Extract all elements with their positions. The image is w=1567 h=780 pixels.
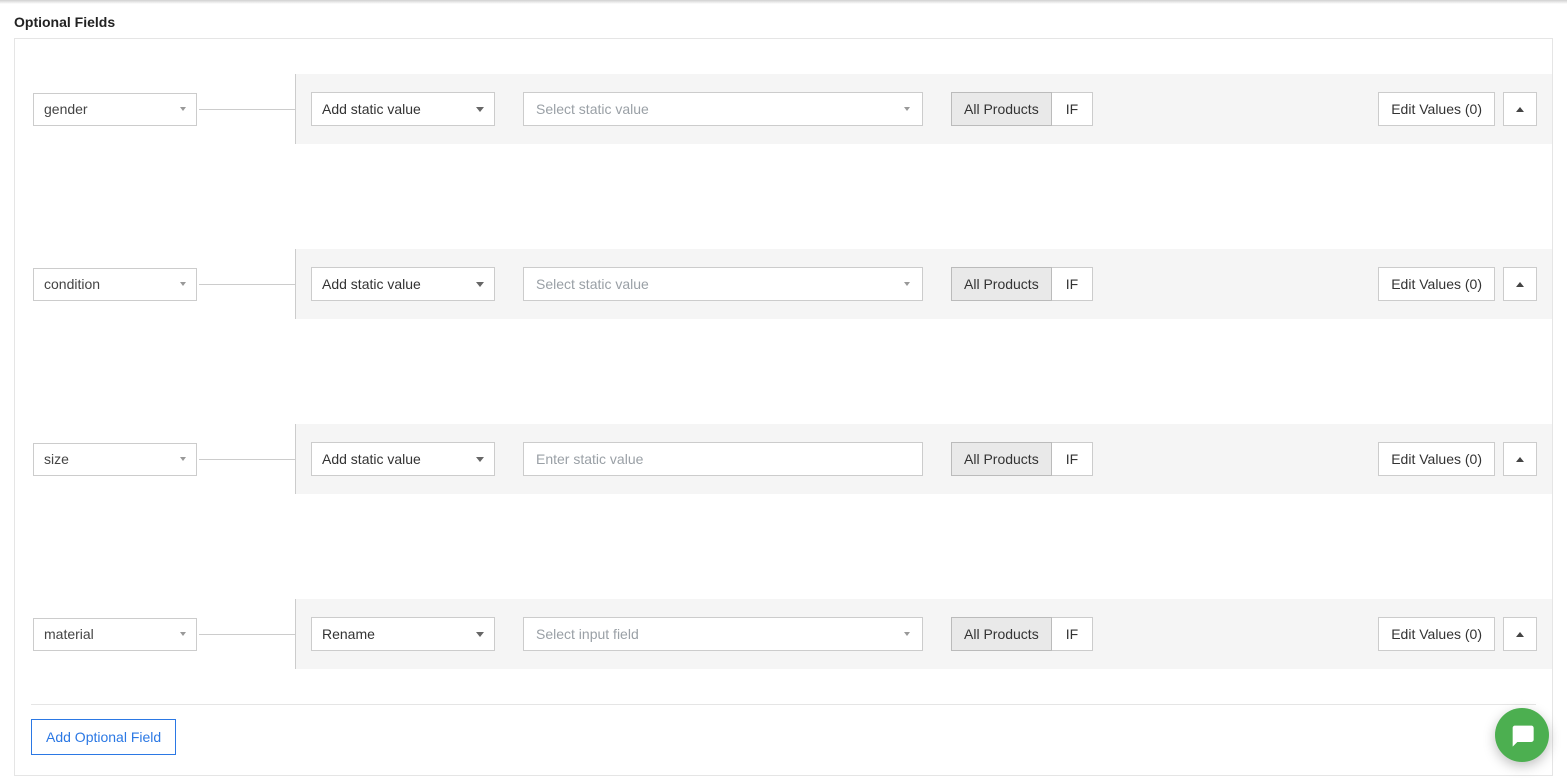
- chevron-down-icon: [476, 632, 484, 637]
- static-value-select[interactable]: Select input field: [523, 617, 923, 651]
- connector-line: [199, 284, 295, 285]
- chevron-up-icon: [1516, 457, 1524, 462]
- chat-icon: [1508, 721, 1536, 749]
- static-value-input[interactable]: [523, 442, 923, 476]
- all-products-button[interactable]: All Products: [951, 442, 1052, 476]
- collapse-button[interactable]: [1503, 92, 1537, 126]
- rule-row: Rename Select input field All Products I…: [295, 599, 1552, 669]
- field-row: condition Add static value Select static…: [15, 249, 1552, 319]
- all-products-button[interactable]: All Products: [951, 617, 1052, 651]
- field-row: material Rename Select input field All P…: [15, 599, 1552, 669]
- chevron-up-icon: [1516, 107, 1524, 112]
- rule-row: Add static value Select static value All…: [295, 74, 1552, 144]
- static-value-select[interactable]: Select static value: [523, 267, 923, 301]
- chevron-down-icon: [904, 107, 910, 111]
- static-value-select[interactable]: Select static value: [523, 92, 923, 126]
- field-name-dropdown[interactable]: condition: [33, 268, 197, 301]
- if-button[interactable]: IF: [1052, 92, 1093, 126]
- rule-type-label: Rename: [322, 626, 375, 642]
- collapse-button[interactable]: [1503, 267, 1537, 301]
- scope-toggle-group: All Products IF: [951, 617, 1093, 651]
- chevron-up-icon: [1516, 282, 1524, 287]
- collapse-button[interactable]: [1503, 442, 1537, 476]
- field-row: size Add static value All Products IF Ed…: [15, 424, 1552, 494]
- value-select-placeholder: Select static value: [536, 101, 649, 117]
- value-select-placeholder: Select input field: [536, 626, 639, 642]
- scope-toggle-group: All Products IF: [951, 92, 1093, 126]
- chevron-down-icon: [476, 107, 484, 112]
- field-name-label: size: [44, 451, 69, 467]
- rule-type-label: Add static value: [322, 276, 421, 292]
- rule-type-dropdown[interactable]: Add static value: [311, 442, 495, 476]
- section-title: Optional Fields: [0, 4, 1567, 38]
- field-name-dropdown[interactable]: size: [33, 443, 197, 476]
- chevron-down-icon: [476, 282, 484, 287]
- connector-line: [199, 459, 295, 460]
- rule-type-label: Add static value: [322, 101, 421, 117]
- edit-values-button[interactable]: Edit Values (0): [1378, 267, 1495, 301]
- chevron-down-icon: [180, 107, 186, 111]
- rule-row: Add static value Select static value All…: [295, 249, 1552, 319]
- all-products-button[interactable]: All Products: [951, 267, 1052, 301]
- chevron-down-icon: [180, 457, 186, 461]
- chevron-down-icon: [476, 457, 484, 462]
- field-name-label: gender: [44, 101, 88, 117]
- rule-type-dropdown[interactable]: Rename: [311, 617, 495, 651]
- chat-widget-button[interactable]: [1495, 708, 1549, 762]
- scope-toggle-group: All Products IF: [951, 442, 1093, 476]
- collapse-button[interactable]: [1503, 617, 1537, 651]
- value-select-placeholder: Select static value: [536, 276, 649, 292]
- divider: [31, 704, 1536, 705]
- add-optional-field-button[interactable]: Add Optional Field: [31, 719, 176, 755]
- rule-type-label: Add static value: [322, 451, 421, 467]
- field-name-label: condition: [44, 276, 100, 292]
- chevron-down-icon: [904, 282, 910, 286]
- all-products-button[interactable]: All Products: [951, 92, 1052, 126]
- field-name-label: material: [44, 626, 94, 642]
- optional-fields-panel: gender Add static value Select static va…: [14, 38, 1553, 776]
- connector-line: [199, 109, 295, 110]
- edit-values-button[interactable]: Edit Values (0): [1378, 617, 1495, 651]
- edit-values-button[interactable]: Edit Values (0): [1378, 442, 1495, 476]
- if-button[interactable]: IF: [1052, 267, 1093, 301]
- edit-values-button[interactable]: Edit Values (0): [1378, 92, 1495, 126]
- field-name-dropdown[interactable]: gender: [33, 93, 197, 126]
- chevron-down-icon: [904, 632, 910, 636]
- chevron-down-icon: [180, 282, 186, 286]
- chevron-down-icon: [180, 632, 186, 636]
- rule-type-dropdown[interactable]: Add static value: [311, 92, 495, 126]
- rule-row: Add static value All Products IF Edit Va…: [295, 424, 1552, 494]
- rule-type-dropdown[interactable]: Add static value: [311, 267, 495, 301]
- field-row: gender Add static value Select static va…: [15, 74, 1552, 144]
- if-button[interactable]: IF: [1052, 442, 1093, 476]
- if-button[interactable]: IF: [1052, 617, 1093, 651]
- chevron-up-icon: [1516, 632, 1524, 637]
- connector-line: [199, 634, 295, 635]
- field-name-dropdown[interactable]: material: [33, 618, 197, 651]
- scope-toggle-group: All Products IF: [951, 267, 1093, 301]
